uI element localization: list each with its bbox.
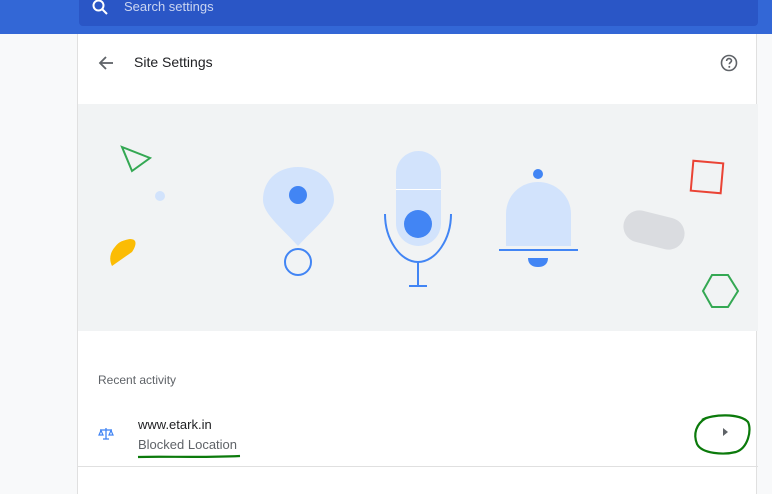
back-arrow-icon: [98, 56, 113, 70]
permissions-illustration: [78, 104, 758, 331]
site-permission-status: Blocked Location: [138, 437, 238, 452]
search-input[interactable]: Search settings: [124, 0, 214, 14]
pill-decoration: [623, 210, 685, 250]
help-icon: [720, 54, 738, 72]
dot-decoration: [155, 191, 165, 201]
top-toolbar: Search settings: [0, 0, 772, 34]
help-button[interactable]: [718, 52, 740, 74]
annotation-underline: [137, 454, 241, 459]
search-box[interactable]: Search settings: [79, 0, 758, 26]
recent-activity-heading: Recent activity: [98, 373, 177, 387]
hexagon-decoration: [701, 274, 740, 308]
divider: [78, 466, 758, 467]
back-button[interactable]: [94, 51, 118, 75]
square-decoration: [689, 159, 725, 195]
search-icon: [92, 0, 108, 15]
site-balance-icon: [98, 428, 114, 440]
triangle-decoration: [120, 145, 153, 173]
site-name[interactable]: www.etark.in: [138, 417, 212, 432]
location-pin-icon: [263, 167, 334, 276]
notification-bell-icon: [499, 169, 578, 267]
annotation-circle: [694, 414, 751, 455]
site-settings-card: Site Settings Recent activity www.etark.…: [77, 34, 758, 494]
page-title: Site Settings: [134, 54, 213, 70]
microphone-icon: [384, 151, 452, 287]
